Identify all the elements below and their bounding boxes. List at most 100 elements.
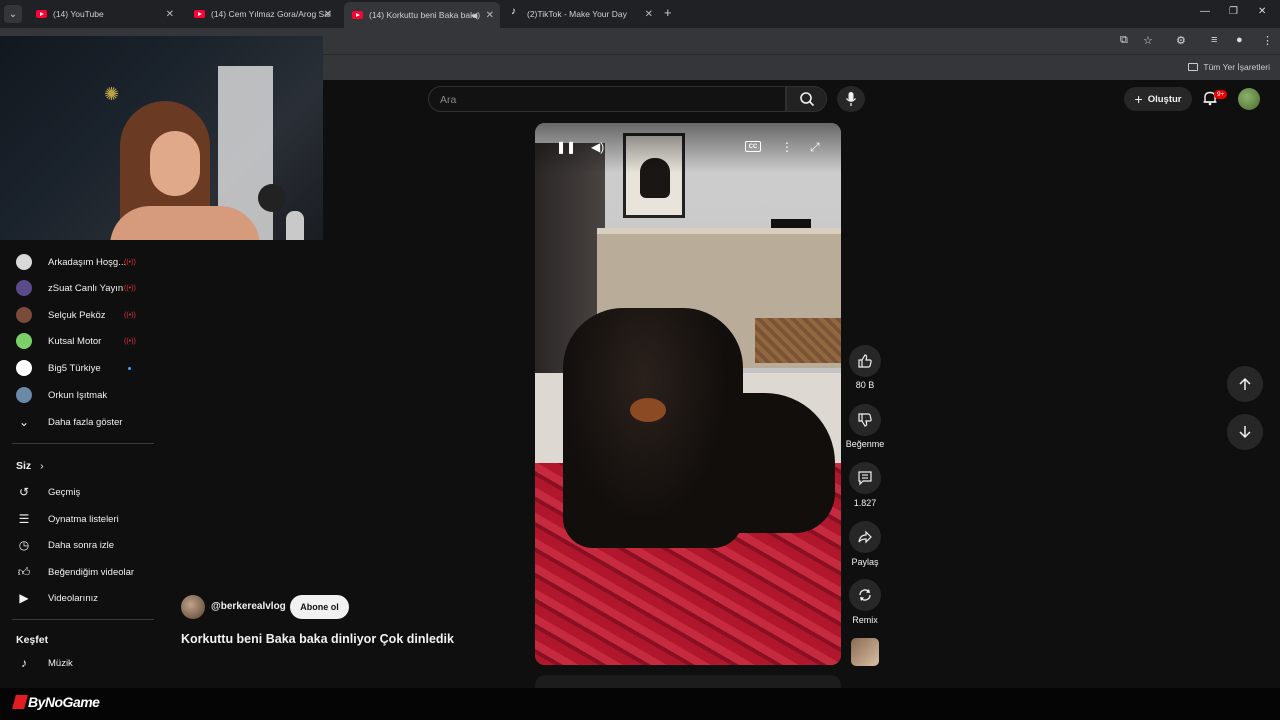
chevron-right-icon: ›: [40, 460, 44, 472]
create-button[interactable]: + Oluştur: [1124, 87, 1192, 111]
sidebar-item-label: Oynatma listeleri: [48, 513, 119, 525]
chevron-down-icon: ⌄: [18, 415, 30, 429]
audio-source-thumbnail[interactable]: [851, 638, 879, 666]
sidebar-item-label: Geçmiş: [48, 486, 81, 498]
search-placeholder: Ara: [440, 94, 457, 106]
sidebar-item-watch-later[interactable]: ◷ Daha sonra izle: [0, 532, 155, 558]
show-more-button[interactable]: ⌄ Daha fazla göster: [0, 409, 155, 435]
sidebar-item-playlists[interactable]: ☰ Oynatma listeleri: [0, 506, 155, 532]
extensions-icon[interactable]: ⚙: [1176, 34, 1186, 47]
channel-avatar: [16, 280, 32, 296]
profile-icon[interactable]: ●: [1236, 34, 1243, 46]
speaker-icon[interactable]: ◀): [471, 11, 480, 20]
close-window-icon[interactable]: ✕: [1258, 6, 1266, 17]
close-tab-icon[interactable]: ✕: [324, 9, 332, 20]
webcam-overlay: ✺: [0, 36, 323, 240]
brand-name: ByNoGame: [28, 694, 100, 710]
brand-logo: ByNoGame: [12, 694, 100, 710]
browser-tab-korkuttu[interactable]: (14) Korkuttu beni Baka bak ◀) ✕: [344, 2, 500, 28]
captions-icon[interactable]: CC: [745, 141, 761, 152]
remix-label: Remix: [852, 615, 878, 625]
new-tab-icon[interactable]: +: [664, 5, 672, 20]
tab-label: (14) Cem Yılmaz Gora/Arog Sal: [211, 9, 331, 19]
your-videos-icon: ▶: [19, 591, 29, 605]
like-button[interactable]: [849, 345, 881, 377]
sidebar-item-history[interactable]: ↺ Geçmiş: [0, 479, 155, 505]
channel-avatar: [16, 387, 32, 403]
pause-icon[interactable]: ❚❚: [556, 140, 576, 154]
tab-search-icon[interactable]: ⌄: [4, 5, 22, 23]
voice-search-button[interactable]: [837, 86, 865, 112]
like-count: 80 B: [855, 380, 875, 390]
subscription-item[interactable]: Arkadaşım Hoşg... ((•)): [0, 249, 155, 275]
share-button[interactable]: [849, 521, 881, 553]
bookmark-star-icon[interactable]: ☆: [1143, 34, 1153, 47]
search-icon: [799, 92, 814, 107]
close-tab-icon[interactable]: ✕: [486, 10, 494, 21]
streamer-face: [150, 131, 200, 196]
subscription-item[interactable]: zSuat Canlı Yayın ((•)): [0, 275, 155, 301]
restore-icon[interactable]: ❐: [1229, 6, 1238, 17]
share-label: Paylaş: [851, 557, 879, 567]
playlists-icon: ☰: [18, 512, 30, 526]
install-app-icon[interactable]: ⧉: [1120, 34, 1128, 47]
media-controls-icon[interactable]: ≡: [1211, 34, 1217, 46]
subscription-item[interactable]: Selçuk Peköz ((•)): [0, 302, 155, 328]
browser-tab-cem-yilmaz[interactable]: (14) Cem Yılmaz Gora/Arog Sal ✕: [186, 2, 338, 26]
next-short-button[interactable]: [1227, 414, 1263, 450]
search-input[interactable]: Ara: [428, 86, 786, 112]
channel-name: Selçuk Peköz: [48, 309, 106, 321]
tab-label: (14) YouTube: [53, 9, 104, 19]
channel-name: Orkun Işıtmak: [48, 389, 108, 401]
subscription-item[interactable]: Orkun Işıtmak: [0, 382, 155, 408]
search-button[interactable]: [786, 86, 827, 112]
subscription-item[interactable]: Big5 Türkiye: [0, 355, 155, 381]
arrow-up-icon: [1239, 377, 1251, 390]
close-tab-icon[interactable]: ✕: [166, 9, 174, 20]
stream-overlay-bar: [0, 688, 1280, 720]
you-section-header[interactable]: Siz ›: [16, 460, 44, 472]
create-label: Oluştur: [1147, 93, 1182, 105]
fullscreen-icon[interactable]: ⤢: [810, 140, 820, 155]
account-avatar[interactable]: [1238, 88, 1260, 110]
streamer-microphone: [258, 184, 286, 212]
close-tab-icon[interactable]: ✕: [645, 9, 653, 20]
sidebar-item-music[interactable]: ♪ Müzik: [0, 650, 155, 676]
share-icon: [858, 530, 872, 544]
all-bookmarks-label: Tüm Yer İşaretleri: [1203, 62, 1270, 72]
dislike-button[interactable]: [849, 404, 881, 436]
subscription-item[interactable]: Kutsal Motor ((•)): [0, 328, 155, 354]
short-video-player[interactable]: ❚❚ ◀) CC ⋮ ⤢: [535, 123, 841, 665]
channel-avatar: [16, 360, 32, 376]
comment-count: 1.827: [853, 498, 877, 508]
subscribe-button[interactable]: Abone ol: [290, 595, 349, 619]
channel-avatar[interactable]: [181, 595, 205, 619]
previous-short-button[interactable]: [1227, 366, 1263, 402]
remix-button[interactable]: [849, 579, 881, 611]
browser-tab-youtube[interactable]: (14) YouTube ✕: [28, 2, 180, 26]
channel-avatar: [16, 333, 32, 349]
volume-icon[interactable]: ◀): [591, 140, 604, 154]
more-options-icon[interactable]: ⋮: [781, 140, 793, 154]
explore-section-label: Keşfet: [16, 634, 49, 646]
video-controls-overlay: ❚❚ ◀) CC ⋮ ⤢: [535, 123, 841, 173]
sidebar-item-liked-videos[interactable]: 👍︎ Beğendiğim videolar: [0, 559, 155, 585]
channel-handle[interactable]: @berkerealvlog: [211, 601, 286, 612]
arrow-down-icon: [1239, 426, 1251, 439]
browser-tab-strip: ⌄ (14) YouTube ✕ (14) Cem Yılmaz Gora/Ar…: [0, 0, 1280, 28]
browser-tab-tiktok[interactable]: (2)TikTok - Make Your Day ✕: [503, 2, 659, 26]
comments-button[interactable]: [849, 462, 881, 494]
all-bookmarks[interactable]: Tüm Yer İşaretleri: [1188, 62, 1270, 72]
channel-name: Big5 Türkiye: [48, 362, 101, 374]
browser-menu-icon[interactable]: ⋮: [1262, 34, 1273, 47]
live-icon: ((•)): [124, 284, 136, 292]
channel-avatar: [16, 254, 32, 270]
sidebar-divider: [12, 443, 154, 444]
music-icon: ♪: [21, 656, 27, 670]
history-icon: ↺: [18, 485, 30, 499]
live-icon: ((•)): [124, 258, 136, 266]
sidebar-item-your-videos[interactable]: ▶ Videolarınız: [0, 585, 155, 611]
sidebar-item-label: Beğendiğim videolar: [48, 566, 135, 578]
minimize-icon[interactable]: —: [1200, 6, 1210, 17]
live-icon: ((•)): [124, 311, 136, 319]
